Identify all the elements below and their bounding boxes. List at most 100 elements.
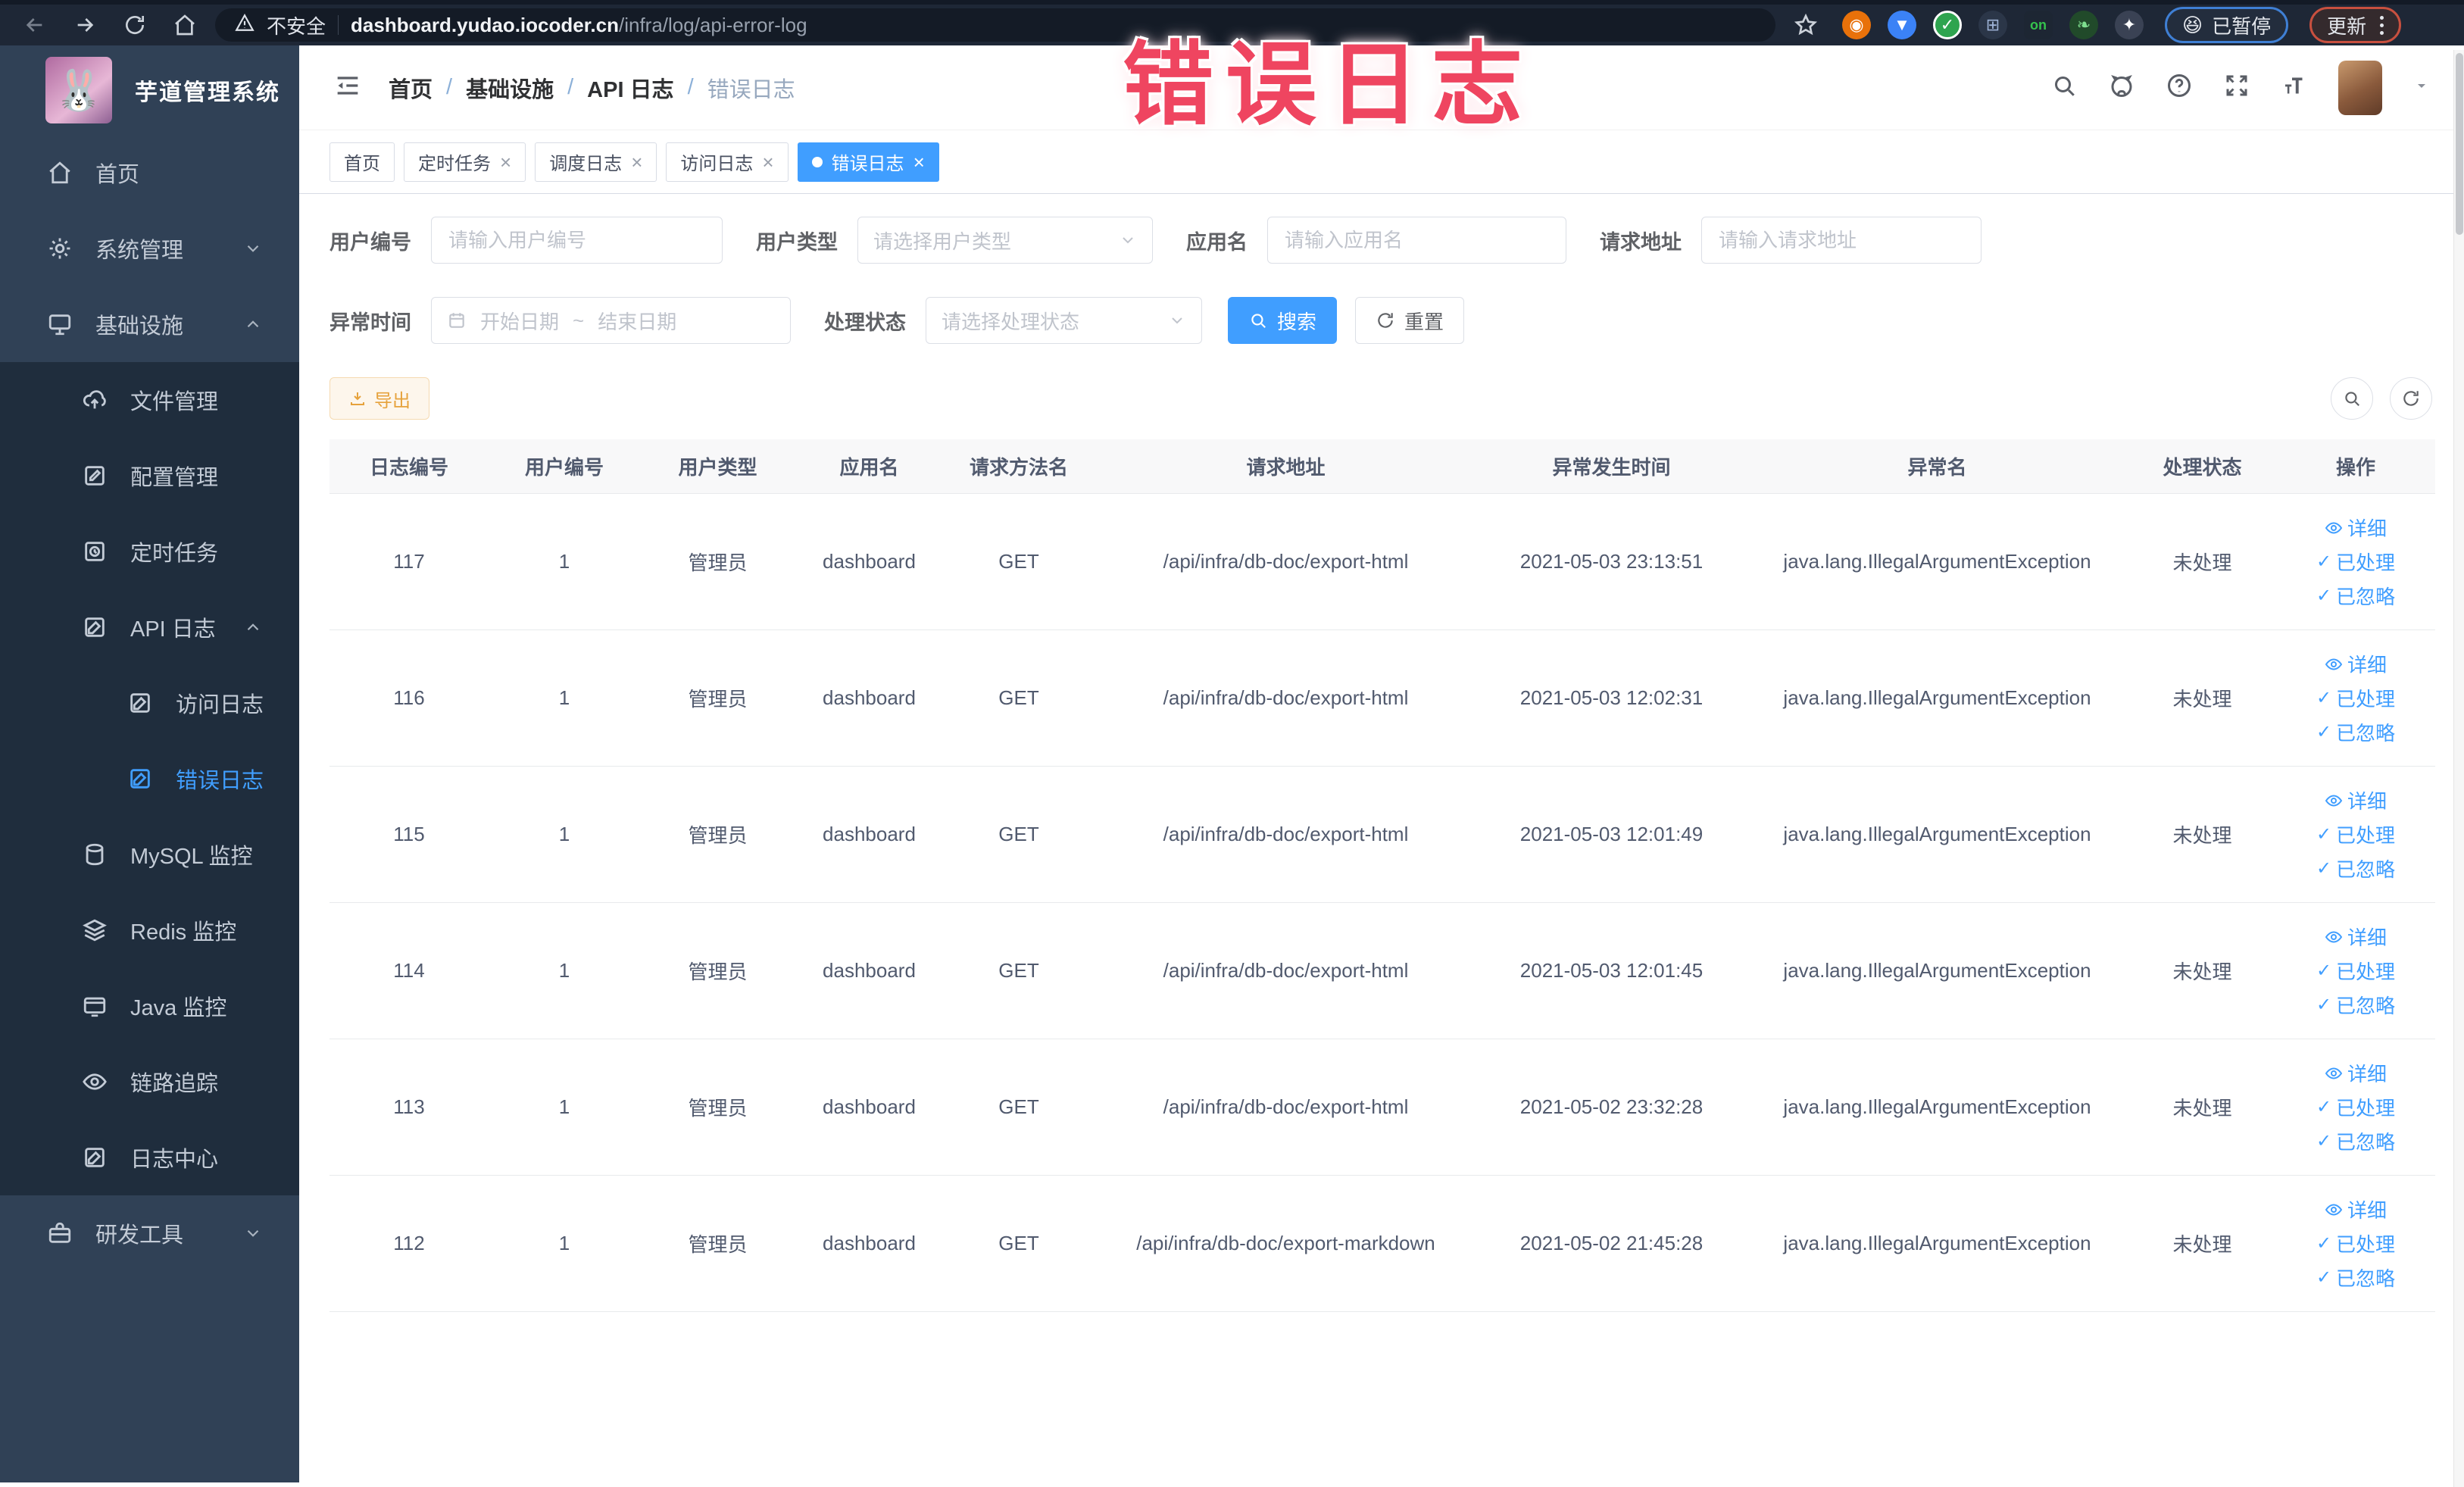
select-caret-icon xyxy=(1123,237,1133,244)
cell-request-url: /api/infra/db-doc/export-html xyxy=(1163,1095,1409,1118)
sidebar-item-label: 系统管理 xyxy=(95,239,184,263)
sidebar-item-tracing[interactable]: 链路追踪 xyxy=(0,1044,299,1120)
user-id-input[interactable] xyxy=(431,217,723,264)
action-detail[interactable]: 详细 xyxy=(2325,786,2387,814)
sidebar-logo[interactable]: 🐰 芋道管理系统 xyxy=(0,45,299,135)
breadcrumb-infra[interactable]: 基础设施 xyxy=(466,72,554,104)
exception-time-range-picker[interactable]: 开始日期 ~ 结束日期 xyxy=(431,297,791,344)
cell-exception-name: java.lang.IllegalArgumentException xyxy=(1783,959,2091,982)
toggle-search-button[interactable] xyxy=(2331,377,2373,420)
tab-dispatch-log[interactable]: 调度日志 × xyxy=(535,142,657,182)
action-detail[interactable]: 详细 xyxy=(2325,514,2387,542)
back-icon[interactable] xyxy=(15,10,55,40)
eye-icon xyxy=(2325,658,2343,670)
page-scrollbar[interactable] xyxy=(2453,50,2464,1487)
cell-exception-name: java.lang.IllegalArgumentException xyxy=(1783,1095,2091,1118)
sidebar-item-api-log[interactable]: API 日志 xyxy=(0,589,299,665)
sidebar-item-home[interactable]: 首页 xyxy=(0,135,299,211)
extension-blue-pin-icon[interactable]: ▼ xyxy=(1888,11,1916,39)
action-processed[interactable]: ✓ 已处理 xyxy=(2316,548,2395,576)
bookmark-star-icon[interactable] xyxy=(1786,10,1825,40)
extension-switch-on-icon[interactable]: on xyxy=(2024,11,2053,39)
browser-menu-icon[interactable] xyxy=(2380,15,2384,35)
user-type-select[interactable]: 请选择用户类型 xyxy=(857,217,1153,264)
action-ignored[interactable]: ✓ 已忽略 xyxy=(2316,1264,2395,1292)
check-icon: ✓ xyxy=(2316,551,2332,572)
sidebar-item-error-log[interactable]: 错误日志 xyxy=(0,741,299,817)
search-icon[interactable] xyxy=(2050,72,2078,103)
check-icon: ✓ xyxy=(2316,721,2332,742)
extension-puzzle-icon[interactable]: ✦ xyxy=(2115,11,2144,39)
tab-close-icon[interactable]: × xyxy=(762,152,773,172)
action-detail[interactable]: 详细 xyxy=(2325,923,2387,951)
action-processed[interactable]: ✓ 已处理 xyxy=(2316,1229,2395,1257)
start-date-placeholder: 开始日期 xyxy=(480,310,560,333)
fullscreen-icon[interactable] xyxy=(2223,72,2250,103)
help-icon[interactable] xyxy=(2166,72,2193,103)
user-caret-down-icon[interactable] xyxy=(2412,77,2431,98)
breadcrumb-api-log[interactable]: API 日志 xyxy=(587,72,673,104)
extension-plant-icon[interactable]: ❧ xyxy=(2069,11,2098,39)
action-detail[interactable]: 详细 xyxy=(2325,1195,2387,1223)
tab-close-icon[interactable]: × xyxy=(913,152,925,172)
tab-label: 定时任务 xyxy=(418,154,491,174)
breadcrumb-home[interactable]: 首页 xyxy=(389,72,433,104)
sidebar-item-log-center[interactable]: 日志中心 xyxy=(0,1120,299,1195)
address-bar[interactable]: 不安全 dashboard.yudao.iocoder.cn/infra/log… xyxy=(215,8,1775,42)
user-avatar[interactable] xyxy=(2338,60,2382,115)
end-date-placeholder: 结束日期 xyxy=(598,310,677,333)
sidebar-item-infra[interactable]: 基础设施 xyxy=(0,286,299,362)
action-ignored[interactable]: ✓ 已忽略 xyxy=(2316,718,2395,746)
sidebar-item-access-log[interactable]: 访问日志 xyxy=(0,665,299,741)
sidebar-item-java-monitor[interactable]: Java 监控 xyxy=(0,968,299,1044)
forward-icon[interactable] xyxy=(65,10,105,40)
action-ignored[interactable]: ✓ 已忽略 xyxy=(2316,991,2395,1019)
sidebar-item-file-manage[interactable]: 文件管理 xyxy=(0,362,299,438)
action-ignored[interactable]: ✓ 已忽略 xyxy=(2316,854,2395,883)
sidebar-item-dev-tools[interactable]: 研发工具 xyxy=(0,1195,299,1271)
action-detail[interactable]: 详细 xyxy=(2325,650,2387,678)
sidebar-item-redis-monitor[interactable]: Redis 监控 xyxy=(0,892,299,968)
tab-home[interactable]: 首页 xyxy=(329,142,395,182)
sidebar-item-mysql-monitor[interactable]: MySQL 监控 xyxy=(0,817,299,892)
action-processed[interactable]: ✓ 已处理 xyxy=(2316,1093,2395,1121)
tab-access-log[interactable]: 访问日志 × xyxy=(666,142,789,182)
action-processed[interactable]: ✓ 已处理 xyxy=(2316,957,2395,985)
reload-icon[interactable] xyxy=(115,10,155,40)
process-status-select[interactable]: 请选择处理状态 xyxy=(926,297,1202,344)
app-name-input[interactable] xyxy=(1267,217,1566,264)
action-ignored[interactable]: ✓ 已忽略 xyxy=(2316,1127,2395,1155)
paused-extension-badge[interactable]: 😆 已暂停 xyxy=(2165,7,2289,43)
browser-toolbar: 不安全 dashboard.yudao.iocoder.cn/infra/log… xyxy=(0,0,2464,45)
request-url-input[interactable] xyxy=(1701,217,1982,264)
tab-close-icon[interactable]: × xyxy=(631,152,642,172)
hamburger-icon[interactable] xyxy=(333,70,363,105)
home-icon[interactable] xyxy=(165,10,205,40)
export-button[interactable]: 导出 xyxy=(329,377,429,420)
refresh-table-button[interactable] xyxy=(2390,377,2432,420)
tab-error-log[interactable]: 错误日志 × xyxy=(797,142,939,182)
action-detail[interactable]: 详细 xyxy=(2325,1059,2387,1087)
github-icon[interactable] xyxy=(2108,72,2135,103)
sidebar-item-config-manage[interactable]: 配置管理 xyxy=(0,438,299,514)
chrome-update-button[interactable]: 更新 xyxy=(2309,7,2402,43)
filter-label-process-status: 处理状态 xyxy=(824,311,906,334)
reset-button[interactable]: 重置 xyxy=(1355,297,1465,344)
sidebar-item-system[interactable]: 系统管理 xyxy=(0,211,299,286)
search-button[interactable]: 搜索 xyxy=(1228,297,1338,344)
active-tab-dot xyxy=(811,156,823,167)
cell-exception-name: java.lang.IllegalArgumentException xyxy=(1783,686,2091,709)
extension-grid-icon[interactable]: ⊞ xyxy=(1978,11,2007,39)
scrollbar-thumb[interactable] xyxy=(2455,53,2463,235)
tab-close-icon[interactable]: × xyxy=(500,152,511,172)
header-log-id: 日志编号 xyxy=(369,456,448,479)
sidebar-item-label: 基础设施 xyxy=(95,314,184,339)
action-processed[interactable]: ✓ 已处理 xyxy=(2316,684,2395,712)
action-processed[interactable]: ✓ 已处理 xyxy=(2316,820,2395,848)
tab-scheduled-jobs[interactable]: 定时任务 × xyxy=(404,142,526,182)
extension-orange-icon[interactable]: ◉ xyxy=(1842,11,1871,39)
extension-green-v-icon[interactable]: ✓ xyxy=(1933,11,1962,39)
action-ignored[interactable]: ✓ 已忽略 xyxy=(2316,582,2395,610)
font-size-icon[interactable] xyxy=(2281,72,2308,103)
sidebar-item-scheduled-jobs[interactable]: 定时任务 xyxy=(0,514,299,589)
